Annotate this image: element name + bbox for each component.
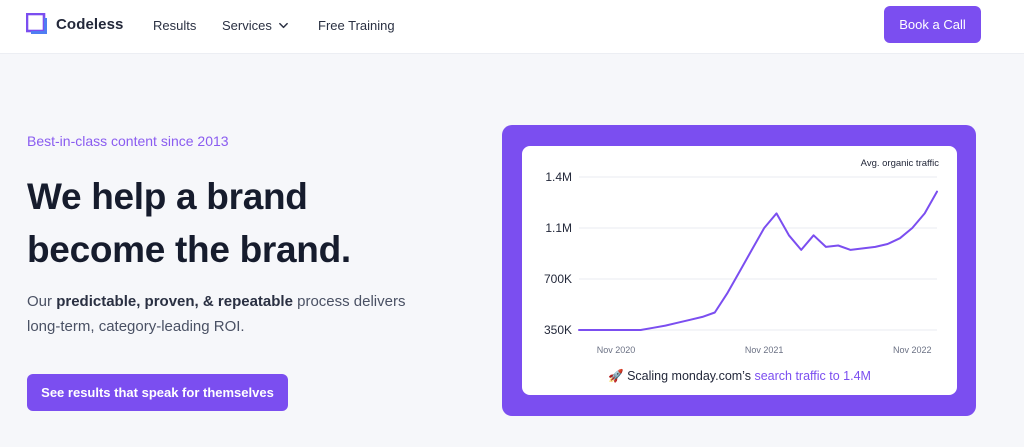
headline-line-2: become the brand. bbox=[27, 229, 351, 270]
hero-eyebrow: Best-in-class content since 2013 bbox=[27, 133, 229, 149]
x-tick-label: Nov 2021 bbox=[745, 345, 784, 355]
caption-highlight: search traffic to 1.4M bbox=[754, 369, 871, 383]
traffic-line-chart: Avg. organic traffic 1.4M 1.1M 700K 350K Nov … bbox=[544, 158, 940, 355]
y-tick-label: 700K bbox=[544, 272, 572, 286]
chart-panel: Avg. organic traffic 1.4M 1.1M 700K 350K Nov … bbox=[522, 146, 957, 395]
x-tick-label: Nov 2022 bbox=[893, 345, 932, 355]
chevron-down-icon bbox=[278, 22, 288, 29]
sub-prefix: Our bbox=[27, 293, 57, 310]
see-results-button[interactable]: See results that speak for themselves bbox=[27, 374, 288, 411]
caption-text: Scaling monday.com’s bbox=[623, 369, 755, 383]
book-a-call-button[interactable]: Book a Call bbox=[884, 6, 981, 43]
hero-subtext: Our predictable, proven, & repeatable pr… bbox=[27, 289, 427, 339]
series-line bbox=[578, 190, 938, 331]
codeless-logo-icon bbox=[26, 13, 47, 34]
y-tick-label: 350K bbox=[544, 323, 572, 337]
y-tick-label: 1.1M bbox=[545, 221, 572, 235]
brand-name: Codeless bbox=[56, 15, 124, 33]
brand-logo[interactable]: Codeless bbox=[26, 13, 124, 35]
hero-headline: We help a brand become the brand. bbox=[27, 170, 447, 276]
sub-bold: predictable, proven, & repeatable bbox=[56, 293, 293, 310]
top-navbar: Codeless Results Services Free Training … bbox=[0, 0, 1024, 54]
headline-line-1: We help a brand bbox=[27, 176, 308, 217]
chart-card: Avg. organic traffic 1.4M 1.1M 700K 350K Nov … bbox=[502, 125, 976, 416]
nav-link-label: Free Training bbox=[318, 18, 395, 33]
nav-link-label: Results bbox=[153, 18, 197, 33]
x-tick-label: Nov 2020 bbox=[597, 345, 636, 355]
chart-caption: 🚀 Scaling monday.com’s search traffic to… bbox=[522, 369, 957, 384]
nav-link-services[interactable]: Services bbox=[222, 18, 289, 33]
chart-title: Avg. organic traffic bbox=[861, 158, 940, 169]
y-tick-label: 1.4M bbox=[545, 170, 572, 184]
nav-link-results[interactable]: Results bbox=[153, 18, 196, 33]
nav-link-free-training[interactable]: Free Training bbox=[318, 18, 395, 33]
rocket-icon: 🚀 bbox=[608, 369, 624, 383]
nav-link-label: Services bbox=[222, 18, 272, 33]
